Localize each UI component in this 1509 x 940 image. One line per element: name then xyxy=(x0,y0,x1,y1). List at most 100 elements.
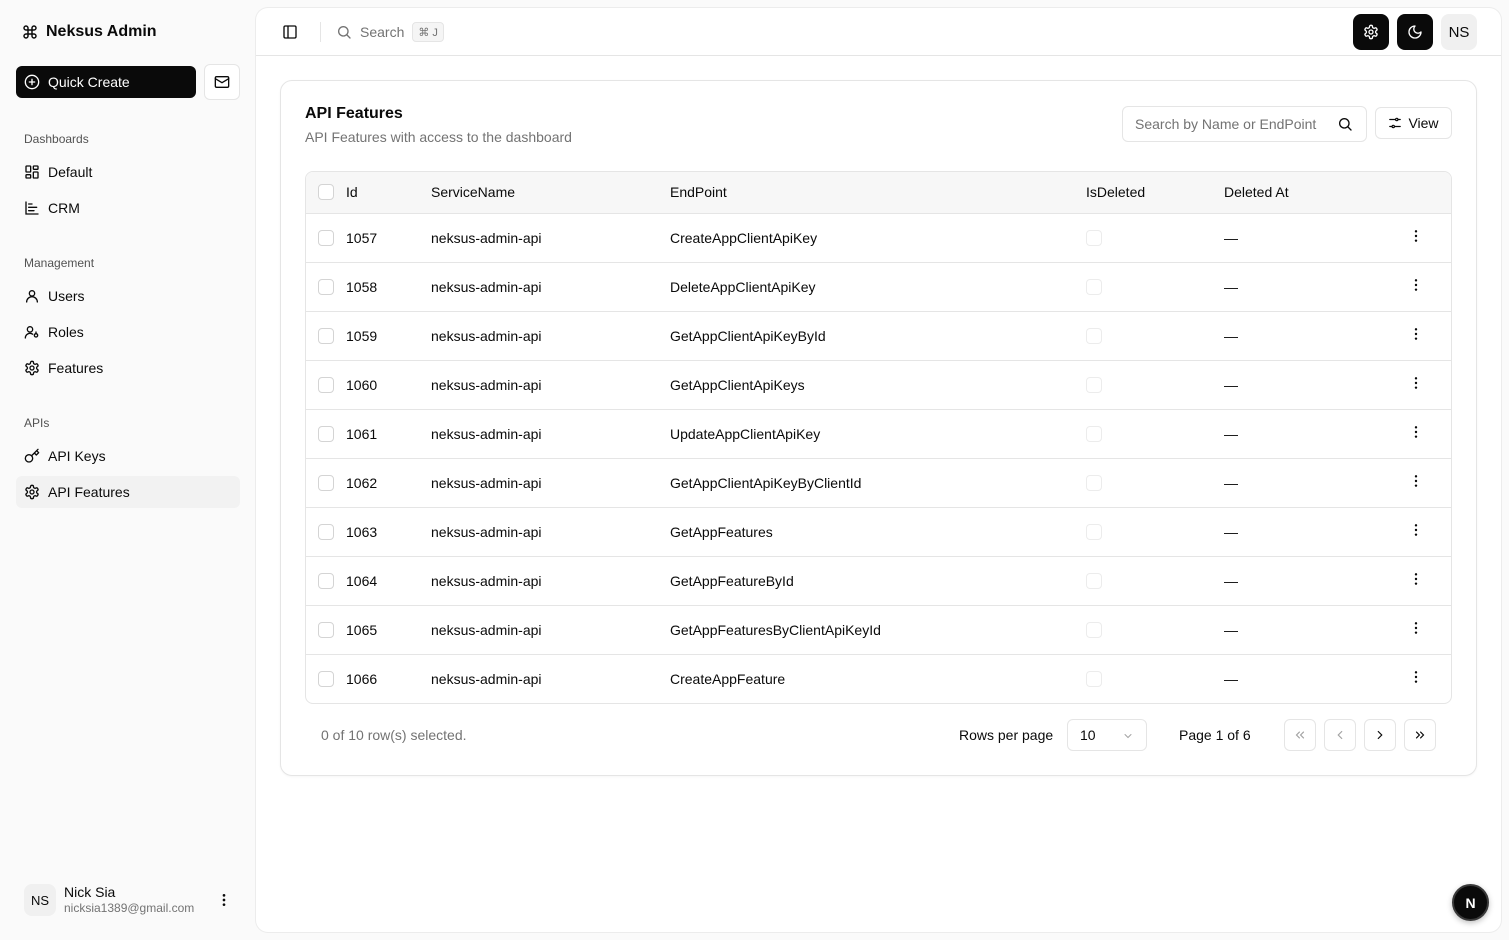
first-page-button[interactable] xyxy=(1284,719,1316,751)
user-menu[interactable]: NS Nick Sia nicksia1389@gmail.com xyxy=(24,880,240,920)
sidebar-item-users[interactable]: Users xyxy=(16,280,240,312)
table-row: 1066 neksus-admin-api CreateAppFeature — xyxy=(306,654,1451,703)
cell-endpoint: GetAppClientApiKeyByClientId xyxy=(670,474,862,491)
is-deleted-checkbox xyxy=(1086,278,1102,295)
brand-title: Neksus Admin xyxy=(46,23,157,40)
row-actions-icon[interactable] xyxy=(1408,424,1424,440)
row-checkbox[interactable] xyxy=(318,523,334,540)
sidebar-toggle-icon[interactable] xyxy=(282,24,298,40)
quick-create-label: Quick Create xyxy=(48,74,130,90)
row-checkbox[interactable] xyxy=(318,572,334,589)
column-header-service-name[interactable]: ServiceName xyxy=(431,172,670,213)
cell-deleted-at: — xyxy=(1224,670,1238,687)
row-checkbox[interactable] xyxy=(318,474,334,491)
row-checkbox[interactable] xyxy=(318,670,334,687)
view-label: View xyxy=(1408,115,1439,131)
card-description: API Features with access to the dashboar… xyxy=(305,129,572,145)
search-trigger[interactable]: Search ⌘ J xyxy=(336,20,444,44)
is-deleted-checkbox xyxy=(1086,523,1102,540)
is-deleted-checkbox xyxy=(1086,376,1102,393)
group-label-dashboards: Dashboards xyxy=(24,132,89,146)
cell-endpoint: GetAppFeaturesByClientApiKeyId xyxy=(670,621,881,638)
is-deleted-checkbox xyxy=(1086,621,1102,638)
next-devtools-button[interactable]: N xyxy=(1452,884,1489,921)
view-options-button[interactable]: View xyxy=(1375,107,1452,139)
sidebar-item-api-keys[interactable]: API Keys xyxy=(16,440,240,472)
cell-id: 1060 xyxy=(346,376,378,393)
cell-deleted-at: — xyxy=(1224,425,1238,442)
column-header-deleted-at[interactable]: Deleted At xyxy=(1224,172,1380,213)
cell-id: 1063 xyxy=(346,523,378,540)
chart-icon xyxy=(24,200,40,216)
row-checkbox[interactable] xyxy=(318,229,334,246)
cell-endpoint: CreateAppFeature xyxy=(670,670,786,687)
sidebar-item-label: Roles xyxy=(48,324,84,340)
row-actions-icon[interactable] xyxy=(1408,473,1424,489)
sliders-icon xyxy=(1388,116,1402,130)
cell-id: 1066 xyxy=(346,670,378,687)
last-page-button[interactable] xyxy=(1404,719,1436,751)
column-header-endpoint[interactable]: EndPoint xyxy=(670,172,1086,213)
cell-endpoint: UpdateAppClientApiKey xyxy=(670,425,821,442)
cell-service-name: neksus-admin-api xyxy=(431,474,542,491)
row-actions-icon[interactable] xyxy=(1408,522,1424,538)
api-features-card: API Features API Features with access to… xyxy=(280,80,1477,776)
brand[interactable]: Neksus Admin xyxy=(22,21,157,43)
sidebar: Neksus Admin Quick Create Dashboards Def… xyxy=(0,0,256,940)
header-avatar[interactable]: NS xyxy=(1441,14,1477,50)
data-table: Id ServiceName EndPoint IsDeleted Delete… xyxy=(305,171,1452,704)
row-checkbox[interactable] xyxy=(318,425,334,442)
settings-button[interactable] xyxy=(1353,14,1389,50)
sidebar-item-roles[interactable]: Roles xyxy=(16,316,240,348)
cell-id: 1059 xyxy=(346,327,378,344)
column-header-id[interactable]: Id xyxy=(346,172,431,213)
row-actions-icon[interactable] xyxy=(1408,375,1424,391)
layout-grid-icon xyxy=(24,164,40,180)
rows-per-page-value: 10 xyxy=(1080,727,1096,743)
filter-input[interactable] xyxy=(1122,106,1367,142)
cell-endpoint: GetAppClientApiKeyById xyxy=(670,327,826,344)
search-icon[interactable] xyxy=(1337,116,1353,132)
user-email: nicksia1389@gmail.com xyxy=(64,901,195,915)
next-page-button[interactable] xyxy=(1364,719,1396,751)
avatar: NS xyxy=(24,884,56,916)
quick-create-button[interactable]: Quick Create xyxy=(16,66,196,98)
sidebar-item-default[interactable]: Default xyxy=(16,156,240,188)
settings-icon xyxy=(24,484,40,500)
cell-service-name: neksus-admin-api xyxy=(431,327,542,344)
sidebar-item-api-features[interactable]: API Features xyxy=(16,476,240,508)
inbox-button[interactable] xyxy=(204,64,240,100)
user-key-icon xyxy=(24,324,40,340)
row-actions-icon[interactable] xyxy=(1408,326,1424,342)
row-checkbox[interactable] xyxy=(318,621,334,638)
cell-service-name: neksus-admin-api xyxy=(431,670,542,687)
row-actions-icon[interactable] xyxy=(1408,277,1424,293)
row-checkbox[interactable] xyxy=(318,327,334,344)
search-icon xyxy=(336,24,352,40)
table-row: 1064 neksus-admin-api GetAppFeatureById — xyxy=(306,556,1451,605)
sidebar-item-label: Features xyxy=(48,360,104,376)
cell-service-name: neksus-admin-api xyxy=(431,572,542,589)
more-vertical-icon[interactable] xyxy=(216,892,232,908)
card-title: API Features xyxy=(305,105,403,122)
row-checkbox[interactable] xyxy=(318,278,334,295)
cell-service-name: neksus-admin-api xyxy=(431,278,542,295)
sidebar-item-crm[interactable]: CRM xyxy=(16,192,240,224)
sidebar-item-features[interactable]: Features xyxy=(16,352,240,384)
row-actions-icon[interactable] xyxy=(1408,228,1424,244)
cell-service-name: neksus-admin-api xyxy=(431,229,542,246)
select-all-checkbox[interactable] xyxy=(318,184,334,201)
cell-id: 1064 xyxy=(346,572,378,589)
rows-per-page-select[interactable]: 10 xyxy=(1067,719,1147,751)
row-actions-icon[interactable] xyxy=(1408,669,1424,685)
row-actions-icon[interactable] xyxy=(1408,571,1424,587)
row-checkbox[interactable] xyxy=(318,376,334,393)
table-row: 1059 neksus-admin-api GetAppClientApiKeyBy… xyxy=(306,311,1451,360)
key-icon xyxy=(24,448,40,464)
column-header-is-deleted[interactable]: IsDeleted xyxy=(1086,172,1224,213)
row-actions-icon[interactable] xyxy=(1408,620,1424,636)
theme-toggle-button[interactable] xyxy=(1397,14,1433,50)
sidebar-item-label: API Features xyxy=(48,484,130,500)
table-row: 1058 neksus-admin-api DeleteAppClientApiKe… xyxy=(306,262,1451,311)
previous-page-button[interactable] xyxy=(1324,719,1356,751)
